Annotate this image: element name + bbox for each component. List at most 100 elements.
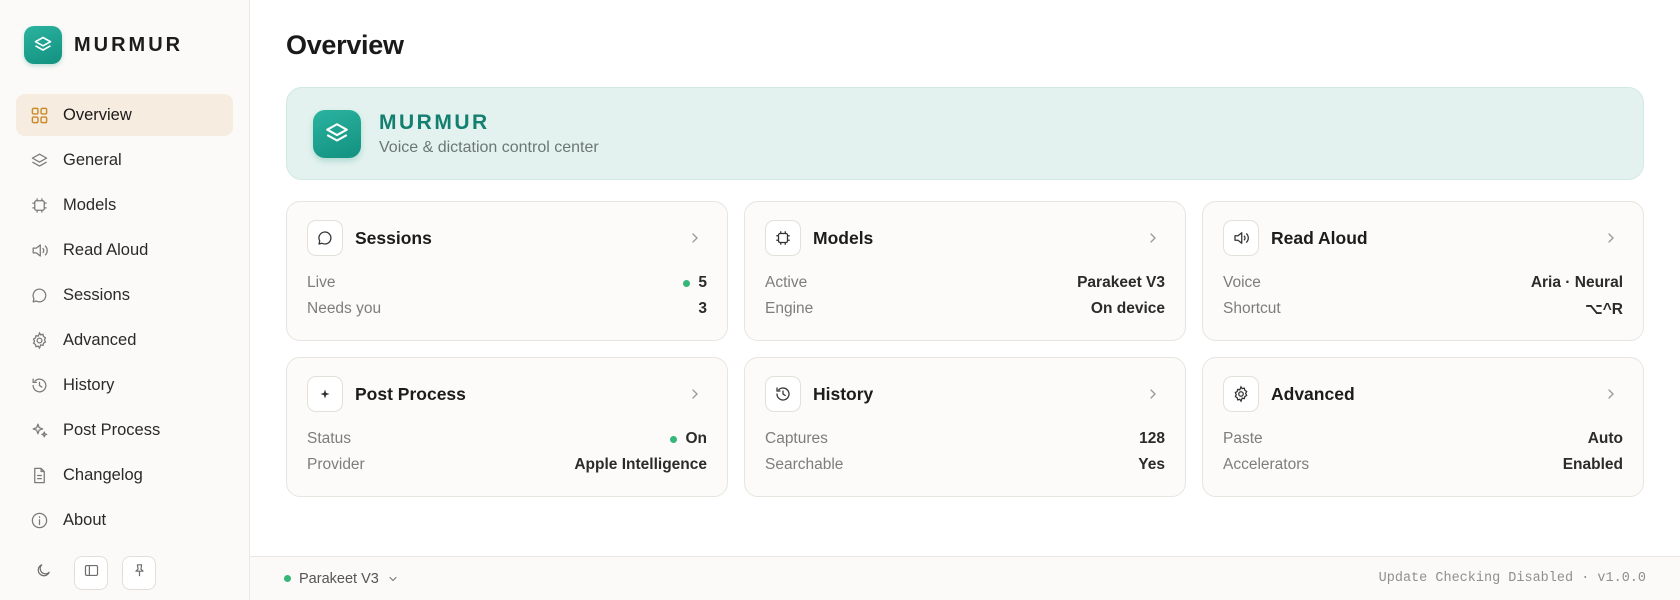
sidebar-item-history[interactable]: History bbox=[16, 364, 233, 406]
sidebar-item-label: Changelog bbox=[63, 465, 143, 484]
row-value: Yes bbox=[1138, 456, 1165, 473]
card-row: Engine On device bbox=[765, 296, 1165, 322]
moon-icon bbox=[35, 562, 52, 584]
sidebar-item-sessions[interactable]: Sessions bbox=[16, 274, 233, 316]
sidebar-item-label: About bbox=[63, 510, 107, 529]
gear-icon bbox=[29, 330, 49, 350]
row-value: ⌥^R bbox=[1584, 300, 1623, 318]
document-icon bbox=[29, 465, 49, 485]
main-content: Overview MURMUR Voice & dictation contro… bbox=[250, 0, 1680, 600]
row-key: Needs you bbox=[307, 300, 382, 317]
chevron-right-icon bbox=[1150, 389, 1156, 399]
layers-logo-icon bbox=[313, 109, 361, 158]
pin-button[interactable] bbox=[122, 556, 156, 590]
row-value: 3 bbox=[698, 300, 707, 317]
card-row: Accelerators Enabled bbox=[1223, 452, 1623, 478]
row-value: Apple Intelligence bbox=[574, 456, 707, 473]
card-row: Shortcut ⌥^R bbox=[1223, 296, 1623, 322]
row-value: Auto bbox=[1587, 430, 1623, 447]
history-card[interactable]: History Captures 128 Searchable Yes bbox=[744, 357, 1186, 497]
sidebar-item-label: Models bbox=[63, 195, 117, 214]
model-selector-label: Parakeet V3 bbox=[299, 570, 379, 587]
card-title: Sessions bbox=[355, 227, 432, 248]
chevron-down-icon bbox=[389, 576, 397, 581]
sidebar-toggle-button[interactable] bbox=[74, 556, 108, 590]
row-key: Live bbox=[307, 274, 336, 291]
row-key: Engine bbox=[765, 300, 814, 317]
sidebar-item-label: Sessions bbox=[63, 285, 130, 304]
card-row: Live 5 bbox=[307, 270, 707, 296]
hero-title: MURMUR bbox=[379, 110, 490, 134]
row-value: On device bbox=[1090, 300, 1165, 317]
read-aloud-card[interactable]: Read Aloud Voice Aria · Neural Shortcut ⌥^… bbox=[1202, 201, 1644, 341]
sparkle-icon bbox=[307, 376, 343, 412]
sidebar-item-label: Post Process bbox=[63, 420, 161, 439]
sidebar-item-general[interactable]: General bbox=[16, 139, 233, 181]
sidebar-footer bbox=[26, 556, 156, 590]
row-value: 128 bbox=[1139, 430, 1165, 447]
chip-icon bbox=[765, 220, 801, 256]
row-value: Parakeet V3 bbox=[1077, 274, 1165, 291]
card-row: Status On bbox=[307, 426, 707, 452]
sessions-card[interactable]: Sessions Live 5 Needs you 3 bbox=[286, 201, 728, 341]
chip-icon bbox=[29, 195, 49, 215]
advanced-card[interactable]: Advanced Paste Auto Accelerators Enabled bbox=[1202, 357, 1644, 497]
chat-bubble-icon bbox=[29, 285, 49, 305]
sidebar-nav: Overview General Models Read Aloud Sessi… bbox=[16, 94, 233, 544]
row-key: Accelerators bbox=[1223, 456, 1310, 473]
sidebar-panel-icon bbox=[83, 562, 100, 584]
card-row: Searchable Yes bbox=[765, 452, 1165, 478]
card-row: Provider Apple Intelligence bbox=[307, 452, 707, 478]
layers-icon bbox=[29, 150, 49, 170]
card-row: Needs you 3 bbox=[307, 296, 707, 322]
sidebar-item-label: Advanced bbox=[63, 330, 137, 349]
speaker-icon bbox=[29, 240, 49, 260]
card-row: Voice Aria · Neural bbox=[1223, 270, 1623, 296]
chevron-right-icon bbox=[692, 233, 698, 243]
sidebar-item-label: Read Aloud bbox=[63, 240, 149, 259]
post-process-card[interactable]: Post Process Status On Provider Apple Inte… bbox=[286, 357, 728, 497]
gear-icon bbox=[1223, 376, 1259, 412]
row-value: On bbox=[685, 430, 707, 447]
card-row: Paste Auto bbox=[1223, 426, 1623, 452]
row-key: Voice bbox=[1223, 274, 1261, 291]
models-card[interactable]: Models Active Parakeet V3 Engine On device bbox=[744, 201, 1186, 341]
sidebar-item-read-aloud[interactable]: Read Aloud bbox=[16, 229, 233, 271]
model-selector[interactable]: Parakeet V3 bbox=[284, 571, 399, 587]
sidebar-item-advanced[interactable]: Advanced bbox=[16, 319, 233, 361]
page-title: Overview bbox=[286, 30, 404, 60]
row-key: Captures bbox=[765, 430, 828, 447]
status-dot bbox=[670, 435, 678, 443]
status-bar: Parakeet V3 Update Checking Disabled · v… bbox=[250, 556, 1680, 600]
hero-subtitle: Voice & dictation control center bbox=[379, 138, 599, 156]
sidebar-item-post-process[interactable]: Post Process bbox=[16, 409, 233, 451]
grid-icon bbox=[29, 105, 49, 125]
chevron-right-icon bbox=[692, 389, 698, 399]
sidebar-item-label: General bbox=[63, 150, 122, 169]
sidebar-item-overview[interactable]: Overview bbox=[16, 94, 233, 136]
card-row: Active Parakeet V3 bbox=[765, 270, 1165, 296]
sidebar-item-models[interactable]: Models bbox=[16, 184, 233, 226]
row-key: Active bbox=[765, 274, 808, 291]
row-value: Enabled bbox=[1562, 456, 1623, 473]
row-key: Searchable bbox=[765, 456, 844, 473]
chevron-right-icon bbox=[1608, 233, 1614, 243]
card-title: Advanced bbox=[1271, 383, 1355, 404]
layers-logo-icon bbox=[24, 26, 62, 64]
chevron-right-icon bbox=[1608, 389, 1614, 399]
card-title: Post Process bbox=[355, 383, 466, 404]
brand-name: MURMUR bbox=[74, 33, 184, 56]
overview-cards: Sessions Live 5 Needs you 3 Models Active P… bbox=[286, 201, 1644, 497]
row-value: Aria · Neural bbox=[1530, 274, 1623, 291]
row-key: Shortcut bbox=[1223, 300, 1281, 317]
theme-toggle-button[interactable] bbox=[26, 556, 60, 590]
sidebar: MURMUR Overview General Models Read Alou… bbox=[0, 0, 250, 600]
sidebar-item-label: Overview bbox=[63, 105, 132, 124]
sidebar-item-about[interactable]: About bbox=[16, 499, 233, 541]
chat-bubble-icon bbox=[307, 220, 343, 256]
info-icon bbox=[29, 510, 49, 530]
sparkle-icon bbox=[29, 420, 49, 440]
sidebar-item-changelog[interactable]: Changelog bbox=[16, 454, 233, 496]
history-icon bbox=[765, 376, 801, 412]
chevron-right-icon bbox=[1150, 233, 1156, 243]
